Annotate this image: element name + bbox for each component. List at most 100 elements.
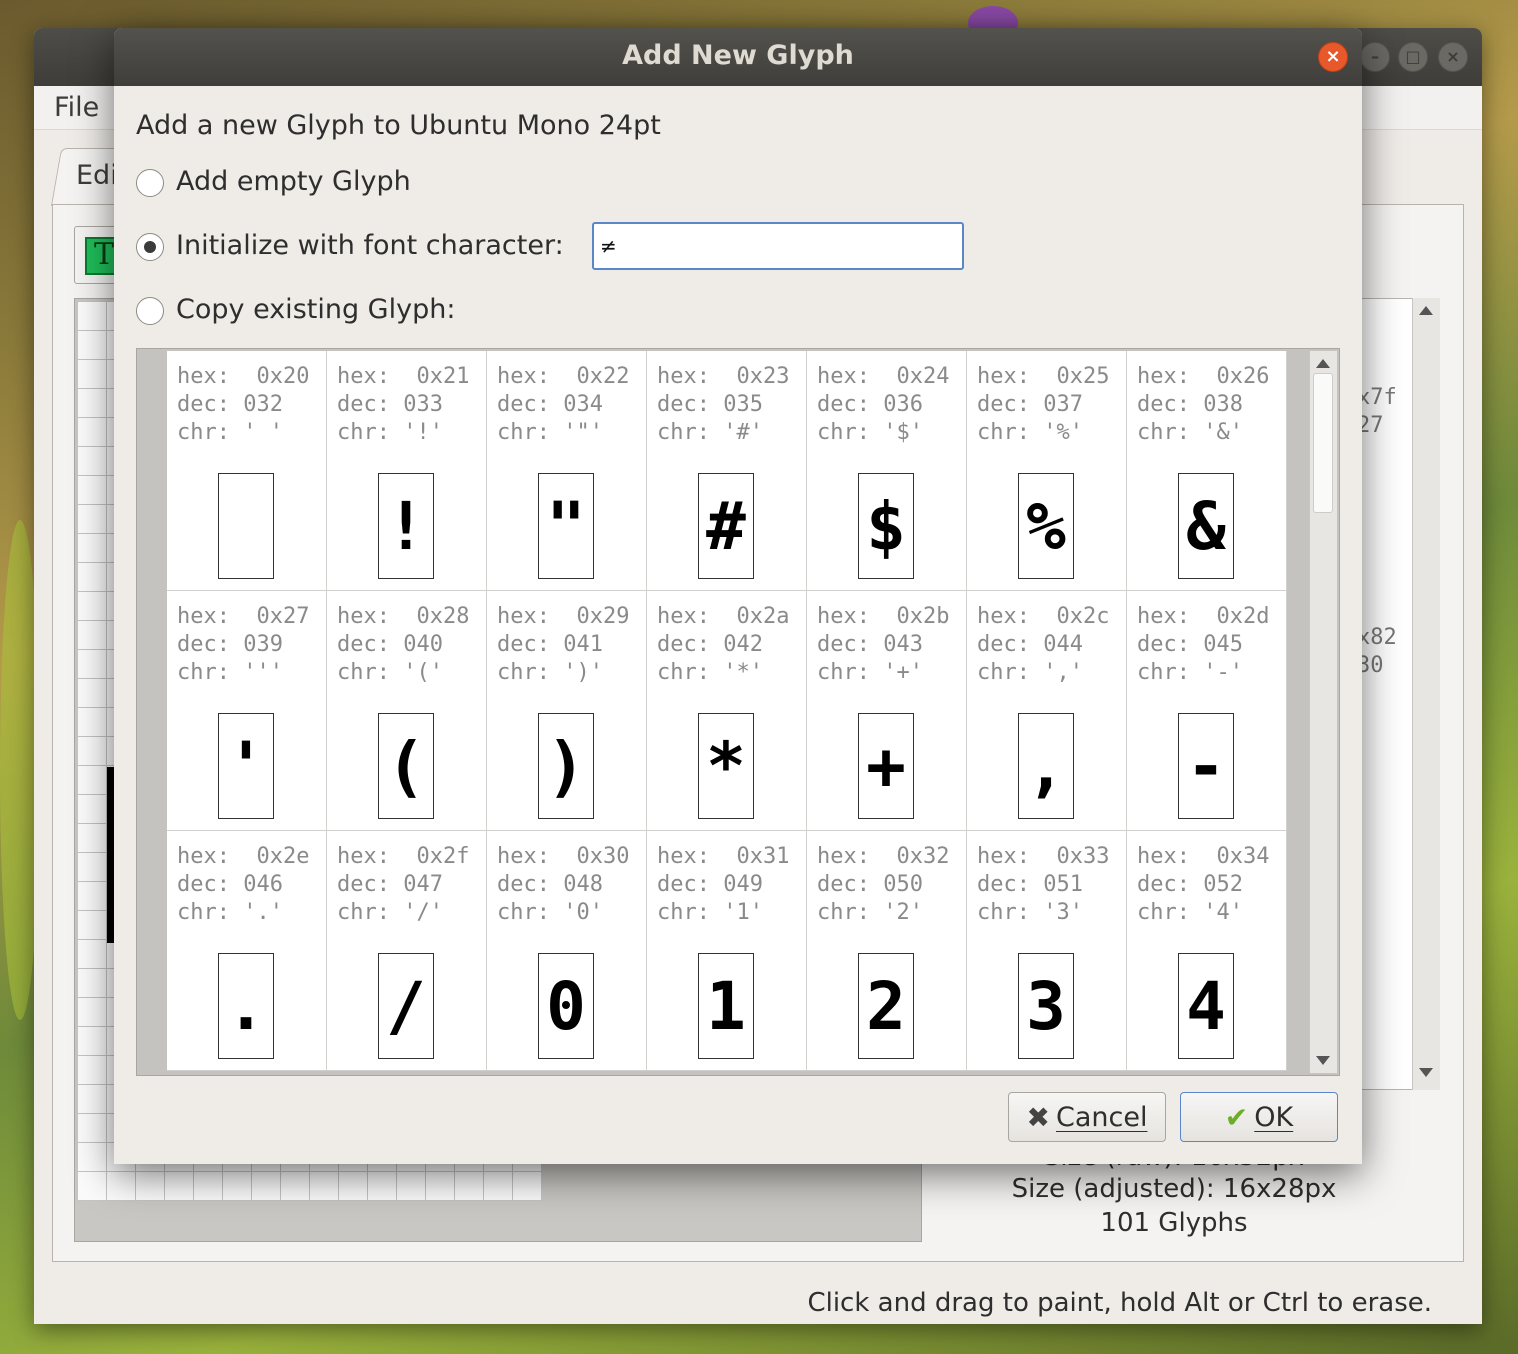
- option-init-font[interactable]: Initialize with font character:: [136, 230, 576, 264]
- glyph-dec-label: dec:: [977, 392, 1044, 417]
- glyph-chr-value: '%': [1043, 420, 1083, 445]
- glyph-chr-value: '$': [883, 420, 923, 445]
- option-copy-glyph[interactable]: Copy existing Glyph:: [136, 294, 476, 328]
- scroll-up-icon[interactable]: [1316, 359, 1330, 368]
- glyph-meta: hex: 0x20 dec: 032 chr: ' ': [177, 363, 309, 447]
- add-glyph-dialog: Add New Glyph × Add a new Glyph to Ubunt…: [114, 28, 1362, 1164]
- glyph-cell[interactable]: hex: 0x21 dec: 033 chr: '!'!: [327, 351, 487, 591]
- font-character-input[interactable]: [592, 222, 964, 270]
- glyph-cell[interactable]: hex: 0x2b dec: 043 chr: '+' +: [807, 591, 967, 831]
- glyph-chr-value: '"': [563, 420, 603, 445]
- close-icon[interactable]: ×: [1318, 42, 1348, 72]
- glyph-cell[interactable]: hex: 0x27 dec: 039 chr: ''' ': [167, 591, 327, 831]
- glyph-dec-value: 032: [243, 392, 283, 417]
- glyph-cell[interactable]: hex: 0x2c dec: 044 chr: ',',: [967, 591, 1127, 831]
- glyph-preview-char: *: [706, 727, 746, 805]
- glyph-preview: 1: [698, 953, 754, 1059]
- glyph-grid-scrollbar[interactable]: [1309, 351, 1337, 1073]
- glyph-cell[interactable]: hex: 0x2f dec: 047 chr: '/' /: [327, 831, 487, 1071]
- glyph-meta: hex: 0x2c dec: 044 chr: ',': [977, 603, 1109, 687]
- minimize-icon[interactable]: –: [1360, 42, 1390, 72]
- glyph-chr-value: '&': [1203, 420, 1243, 445]
- glyph-cell[interactable]: hex: 0x30 dec: 048 chr: '0' 0: [487, 831, 647, 1071]
- glyph-cell[interactable]: hex: 0x22 dec: 034 chr: '"' ": [487, 351, 647, 591]
- glyph-hex-value: 0x2e: [243, 844, 310, 869]
- glyph-cell[interactable]: hex: 0x2a dec: 042 chr: '*' *: [647, 591, 807, 831]
- glyph-chr-value: '(': [403, 660, 443, 685]
- cancel-button[interactable]: ✖ Cancel: [1008, 1092, 1166, 1142]
- glyph-cell[interactable]: hex: 0x29 dec: 041 chr: ')'): [487, 591, 647, 831]
- glyph-dec-label: dec:: [1137, 632, 1204, 657]
- option-copy-label: Copy existing Glyph:: [176, 294, 456, 325]
- close-icon[interactable]: ×: [1438, 42, 1468, 72]
- glyph-dec-label: dec:: [497, 872, 564, 897]
- glyph-preview-char: (: [386, 727, 426, 805]
- glyph-hex-label: hex:: [177, 604, 244, 629]
- glyph-dec-value: 044: [1043, 632, 1083, 657]
- dialog-title: Add New Glyph: [622, 40, 854, 71]
- glyph-cell[interactable]: hex: 0x33 dec: 051 chr: '3' 3: [967, 831, 1127, 1071]
- ok-label: OK: [1254, 1101, 1294, 1133]
- glyph-cell[interactable]: hex: 0x32 dec: 050 chr: '2' 2: [807, 831, 967, 1071]
- glyph-cell[interactable]: hex: 0x24 dec: 036 chr: '$' $: [807, 351, 967, 591]
- glyph-cell[interactable]: hex: 0x31 dec: 049 chr: '1' 1: [647, 831, 807, 1071]
- scroll-thumb[interactable]: [1313, 373, 1333, 513]
- radio-init-font[interactable]: [136, 233, 164, 261]
- glyph-chr-value: '0': [563, 900, 603, 925]
- glyph-preview-char: 4: [1186, 967, 1226, 1045]
- glyph-cell[interactable]: hex: 0x25 dec: 037 chr: '%'%: [967, 351, 1127, 591]
- glyph-hex-label: hex:: [977, 844, 1044, 869]
- glyph-list-scrollbar[interactable]: [1412, 298, 1440, 1090]
- glyph-preview: !: [378, 473, 434, 579]
- glyph-dec-label: dec:: [657, 632, 724, 657]
- glyph-chr-label: chr:: [1137, 900, 1204, 925]
- glyph-meta: hex: 0x23 dec: 035 chr: '#': [657, 363, 789, 447]
- ok-button[interactable]: ✔ OK: [1180, 1092, 1338, 1142]
- scroll-up-icon[interactable]: [1419, 306, 1433, 315]
- glyph-preview-char: #: [706, 487, 746, 565]
- maximize-icon[interactable]: □: [1398, 42, 1428, 72]
- glyph-cell[interactable]: hex: 0x2d dec: 045 chr: '-' -: [1127, 591, 1287, 831]
- glyph-hex-label: hex:: [1137, 604, 1204, 629]
- glyph-preview-char: ): [546, 727, 586, 805]
- glyph-cell[interactable]: hex: 0x34 dec: 052 chr: '4' 4: [1127, 831, 1287, 1071]
- glyph-hex-value: 0x2f: [403, 844, 470, 869]
- glyph-preview: ): [538, 713, 594, 819]
- glyph-meta: hex: 0x26 dec: 038 chr: '&': [1137, 363, 1269, 447]
- glyph-cell[interactable]: hex: 0x2e dec: 046 chr: '.'.: [167, 831, 327, 1071]
- glyph-chr-value: ' ': [243, 420, 283, 445]
- menu-file[interactable]: File: [54, 92, 99, 123]
- glyph-preview: 4: [1178, 953, 1234, 1059]
- glyph-chr-value: ',': [1043, 660, 1083, 685]
- glyph-chr-label: chr:: [817, 660, 884, 685]
- glyph-chr-value: '!': [403, 420, 443, 445]
- glyph-meta: hex: 0x31 dec: 049 chr: '1': [657, 843, 789, 927]
- glyph-chr-label: chr:: [657, 420, 724, 445]
- option-empty-glyph[interactable]: Add empty Glyph: [136, 166, 436, 200]
- glyph-preview: 2: [858, 953, 914, 1059]
- scroll-down-icon[interactable]: [1419, 1068, 1433, 1077]
- radio-copy[interactable]: [136, 297, 164, 325]
- glyph-hex-label: hex:: [177, 364, 244, 389]
- glyph-dec-label: dec:: [177, 632, 244, 657]
- glyph-preview: 3: [1018, 953, 1074, 1059]
- glyph-preview-char: 2: [866, 967, 906, 1045]
- glyph-preview-char: &: [1186, 487, 1226, 565]
- glyph-preview-char: ,: [1026, 727, 1066, 805]
- glyph-hex-value: 0x2c: [1043, 604, 1110, 629]
- glyph-cell[interactable]: hex: 0x23 dec: 035 chr: '#' #: [647, 351, 807, 591]
- radio-empty[interactable]: [136, 169, 164, 197]
- glyph-preview: &: [1178, 473, 1234, 579]
- glyph-dec-value: 049: [723, 872, 763, 897]
- glyph-meta: hex: 0x27 dec: 039 chr: ''': [177, 603, 309, 687]
- glyph-chr-label: chr:: [337, 900, 404, 925]
- existing-glyph-grid[interactable]: hex: 0x20 dec: 032 chr: ' ' hex: 0x21 dec: …: [136, 348, 1340, 1076]
- glyph-cell[interactable]: hex: 0x20 dec: 032 chr: ' ': [167, 351, 327, 591]
- glyph-preview-char: [219, 474, 273, 578]
- glyph-cell[interactable]: hex: 0x26 dec: 038 chr: '&' &: [1127, 351, 1287, 591]
- scroll-down-icon[interactable]: [1316, 1056, 1330, 1065]
- glyph-dec-value: 034: [563, 392, 603, 417]
- glyph-cell[interactable]: hex: 0x28 dec: 040 chr: '(' (: [327, 591, 487, 831]
- glyph-hex-label: hex:: [657, 844, 724, 869]
- glyph-dec-value: 048: [563, 872, 603, 897]
